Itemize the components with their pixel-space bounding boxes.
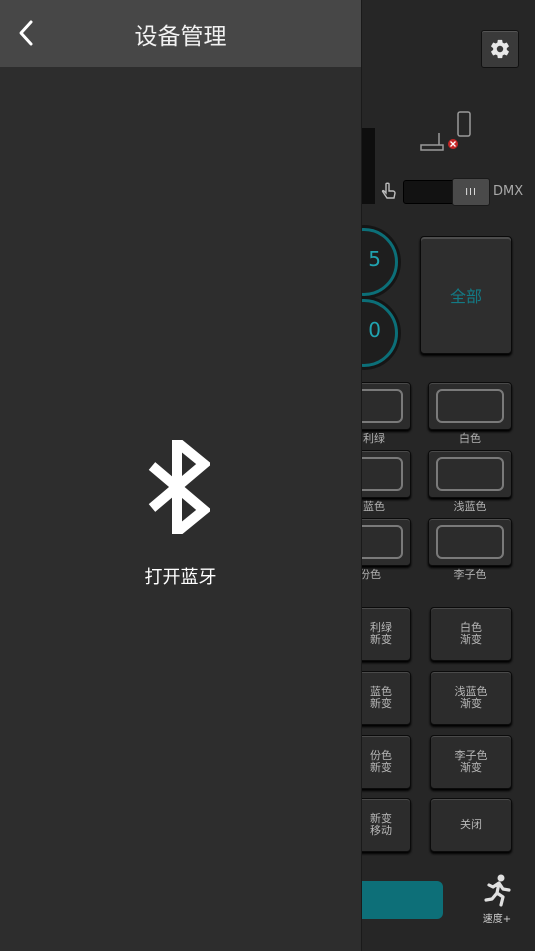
gradient-button-white[interactable]: 白色 渐变: [430, 607, 512, 661]
color-label-white: 白色: [459, 432, 481, 445]
color-button-white[interactable]: [428, 382, 512, 430]
settings-button[interactable]: [481, 30, 519, 68]
knob-bottom-value: 0: [368, 318, 381, 342]
toggle-knob[interactable]: III: [452, 178, 490, 206]
drawer-header: 设备管理: [0, 0, 361, 67]
gradient-line2: 渐变: [460, 697, 482, 710]
color-swatch: [436, 389, 504, 423]
gradient-line2: 渐变: [460, 761, 482, 774]
color-swatch: [436, 457, 504, 491]
device-disconnected-icon: [420, 111, 471, 151]
dmx-toggle[interactable]: III: [403, 178, 490, 206]
device-management-drawer: 设备管理 打开蓝牙: [0, 0, 361, 951]
speed-label: 速度+: [482, 914, 512, 925]
color-label-plum: 李子色: [453, 568, 487, 581]
gear-icon: [491, 39, 509, 59]
drawer-title: 设备管理: [134, 24, 227, 50]
color-label-light-blue: 浅蓝色: [453, 500, 487, 513]
gradient-line1: 关闭: [460, 818, 482, 831]
gradient-button-plum[interactable]: 李子色 渐变: [430, 735, 512, 789]
dmx-label: DMX: [493, 184, 524, 199]
all-button[interactable]: 全部: [420, 236, 512, 354]
knob-top-value: 5: [368, 247, 381, 271]
open-bluetooth-label[interactable]: 打开蓝牙: [0, 563, 361, 589]
gradient-button-light-blue[interactable]: 浅蓝色 渐变: [430, 671, 512, 725]
gradient-line2: 渐变: [460, 633, 482, 646]
color-button-light-blue[interactable]: [428, 450, 512, 498]
hand-pointer-icon: [381, 182, 396, 199]
bluetooth-icon[interactable]: [146, 440, 210, 534]
drawer-edge: [361, 0, 362, 951]
color-button-plum[interactable]: [428, 518, 512, 566]
off-button[interactable]: 关闭: [430, 798, 512, 852]
running-person-icon[interactable]: [481, 873, 513, 909]
color-swatch: [436, 525, 504, 559]
